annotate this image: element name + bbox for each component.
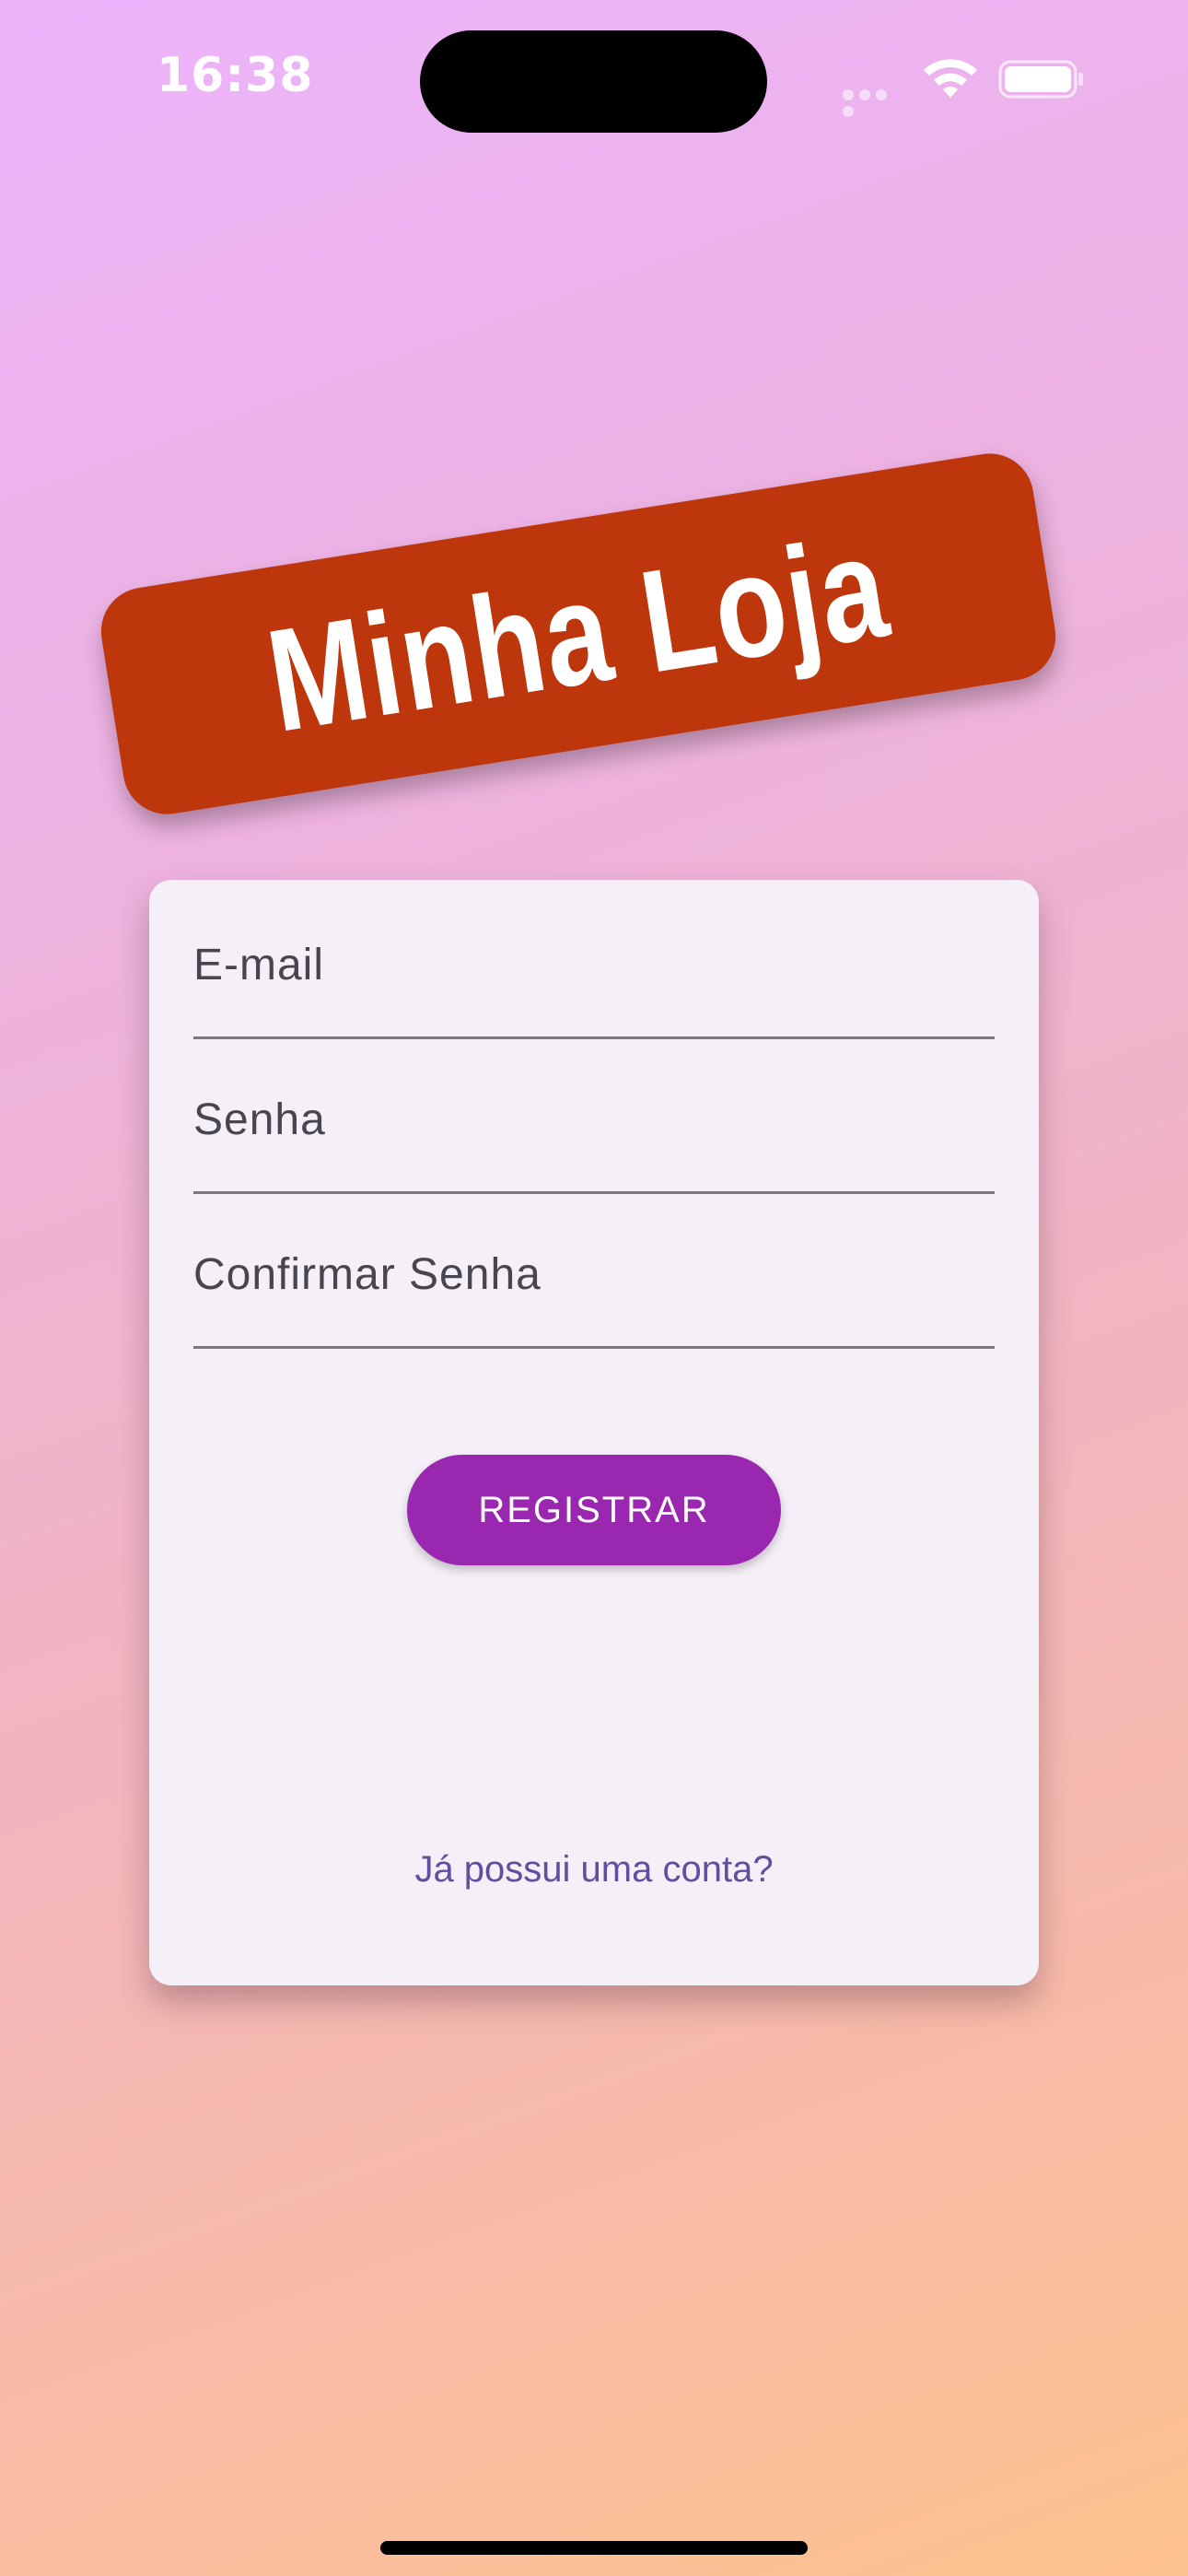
- login-link[interactable]: Já possui uma conta?: [149, 1849, 1039, 1891]
- logo-text: Minha Loja: [258, 505, 899, 763]
- dynamic-island: [420, 30, 767, 133]
- confirm-password-field[interactable]: Confirmar Senha: [193, 1235, 995, 1349]
- battery-icon: [998, 60, 1083, 99]
- register-button-label: REGISTRAR: [478, 1489, 710, 1530]
- register-button[interactable]: REGISTRAR: [407, 1455, 781, 1565]
- register-card: E-mail Senha Confirmar Senha REGISTRAR J…: [149, 880, 1039, 1985]
- cellular-dots-icon: [843, 88, 907, 117]
- logo-banner: Minha Loja: [94, 447, 1063, 821]
- wifi-icon: [924, 59, 977, 98]
- password-field[interactable]: Senha: [193, 1081, 995, 1194]
- home-indicator[interactable]: [380, 2541, 808, 2555]
- status-time: 16:38: [157, 48, 314, 103]
- confirm-password-field-label: Confirmar Senha: [193, 1250, 542, 1299]
- logo: Minha Loja: [94, 447, 1063, 821]
- email-field-label: E-mail: [193, 941, 325, 989]
- email-field[interactable]: E-mail: [193, 926, 995, 1039]
- password-field-label: Senha: [193, 1095, 326, 1144]
